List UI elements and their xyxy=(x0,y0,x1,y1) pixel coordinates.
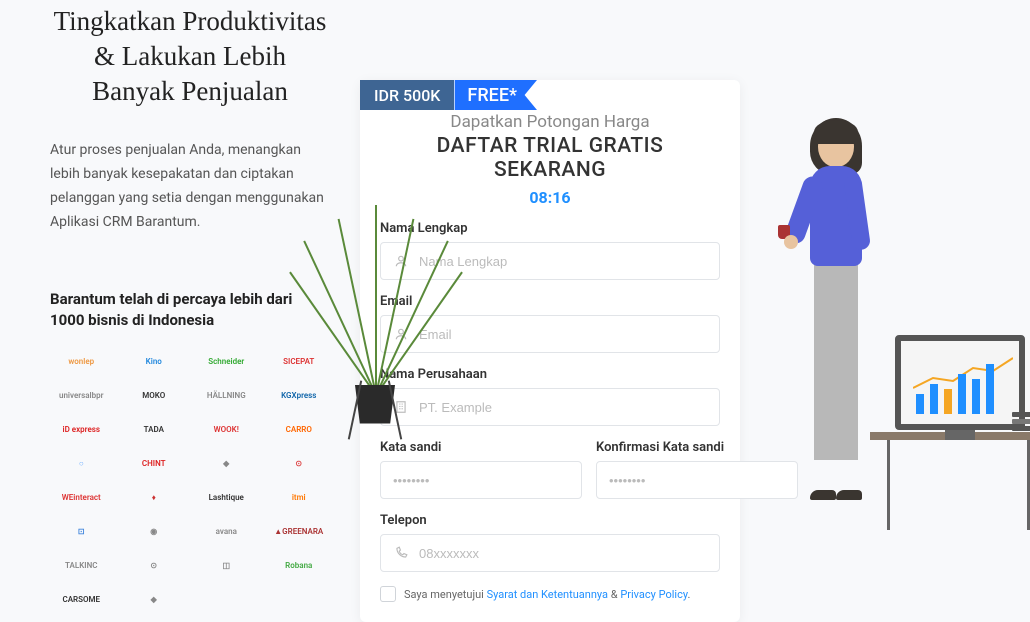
name-input[interactable] xyxy=(419,254,707,269)
partner-logo: ◫ xyxy=(195,555,258,575)
partner-logo: iD express xyxy=(50,419,113,439)
partner-logo: ⊡ xyxy=(50,521,113,541)
partner-logo: Robana xyxy=(268,555,331,575)
countdown-timer: 08:16 xyxy=(380,188,720,207)
headline: Tingkatkan Produktivitas & Lakukan Lebih… xyxy=(50,4,330,109)
trusted-by-title: Barantum telah di percaya lebih dari 100… xyxy=(50,289,330,331)
signup-form-card: IDR 500K FREE* Dapatkan Potongan Harga D… xyxy=(360,80,740,622)
partner-logo: CARSOME xyxy=(50,589,113,609)
price-free: FREE* xyxy=(454,80,537,110)
partner-logo: ◆ xyxy=(195,453,258,473)
price-old: IDR 500K xyxy=(360,80,454,110)
partner-logo: ▲GREENARA xyxy=(268,521,331,541)
partner-logo: MOKO xyxy=(123,385,186,405)
phone-input[interactable] xyxy=(419,546,707,561)
partner-logo: KGXpress xyxy=(268,385,331,405)
partner-logo: Kino xyxy=(123,351,186,371)
email-input[interactable] xyxy=(419,327,707,342)
password-input[interactable] xyxy=(393,473,569,488)
partner-logo: ♦ xyxy=(123,487,186,507)
partner-logo: SICEPAT xyxy=(268,351,331,371)
phone-icon xyxy=(393,545,409,561)
partner-logo: avana xyxy=(195,521,258,541)
partner-logo: ◉ xyxy=(123,521,186,541)
partner-logo: wonlep xyxy=(50,351,113,371)
partner-logo: TALKINC xyxy=(50,555,113,575)
partner-logo: universalbpr xyxy=(50,385,113,405)
partner-logo: ⊙ xyxy=(268,453,331,473)
company-label: Nama Perusahaan xyxy=(380,367,720,382)
partner-logo: ◆ xyxy=(123,589,186,609)
email-label: Email xyxy=(380,294,720,309)
price-ribbon: IDR 500K FREE* xyxy=(360,80,537,110)
partner-logo: TADA xyxy=(123,419,186,439)
woman-desk-illustration xyxy=(790,120,1030,500)
partner-logo: HÄLLNING xyxy=(195,385,258,405)
terms-link[interactable]: Syarat dan Ketentuannya xyxy=(487,588,608,601)
partner-logo: Lashtique xyxy=(195,487,258,507)
phone-label: Telepon xyxy=(380,513,720,528)
partner-logo: CHINT xyxy=(123,453,186,473)
partner-logo: CARRO xyxy=(268,419,331,439)
partner-logo: ○ xyxy=(50,453,113,473)
name-label: Nama Lengkap xyxy=(380,221,720,236)
company-input[interactable] xyxy=(419,400,707,415)
partner-logo: ⊙ xyxy=(123,555,186,575)
partner-logo: Schneider xyxy=(195,351,258,371)
sub-description: Atur proses penjualan Anda, menangkan le… xyxy=(50,139,330,234)
confirm-password-label: Konfirmasi Kata sandi xyxy=(596,440,798,455)
privacy-link[interactable]: Privacy Policy xyxy=(620,588,687,601)
form-title: DAFTAR TRIAL GRATIS SEKARANG xyxy=(380,134,720,182)
partner-logo: WOOK! xyxy=(195,419,258,439)
partner-logo: itmi xyxy=(268,487,331,507)
plant-decoration xyxy=(340,180,410,440)
consent-text: Saya menyetujui Syarat dan Ketentuannya … xyxy=(404,588,690,601)
password-label: Kata sandi xyxy=(380,440,582,455)
consent-checkbox[interactable] xyxy=(380,586,396,602)
form-subtitle: Dapatkan Potongan Harga xyxy=(380,112,720,132)
partner-logo: WEinteract xyxy=(50,487,113,507)
confirm-password-input[interactable] xyxy=(609,473,785,488)
logo-grid: wonlep Kino Schneider SICEPAT universalbpr MO… xyxy=(50,351,330,609)
